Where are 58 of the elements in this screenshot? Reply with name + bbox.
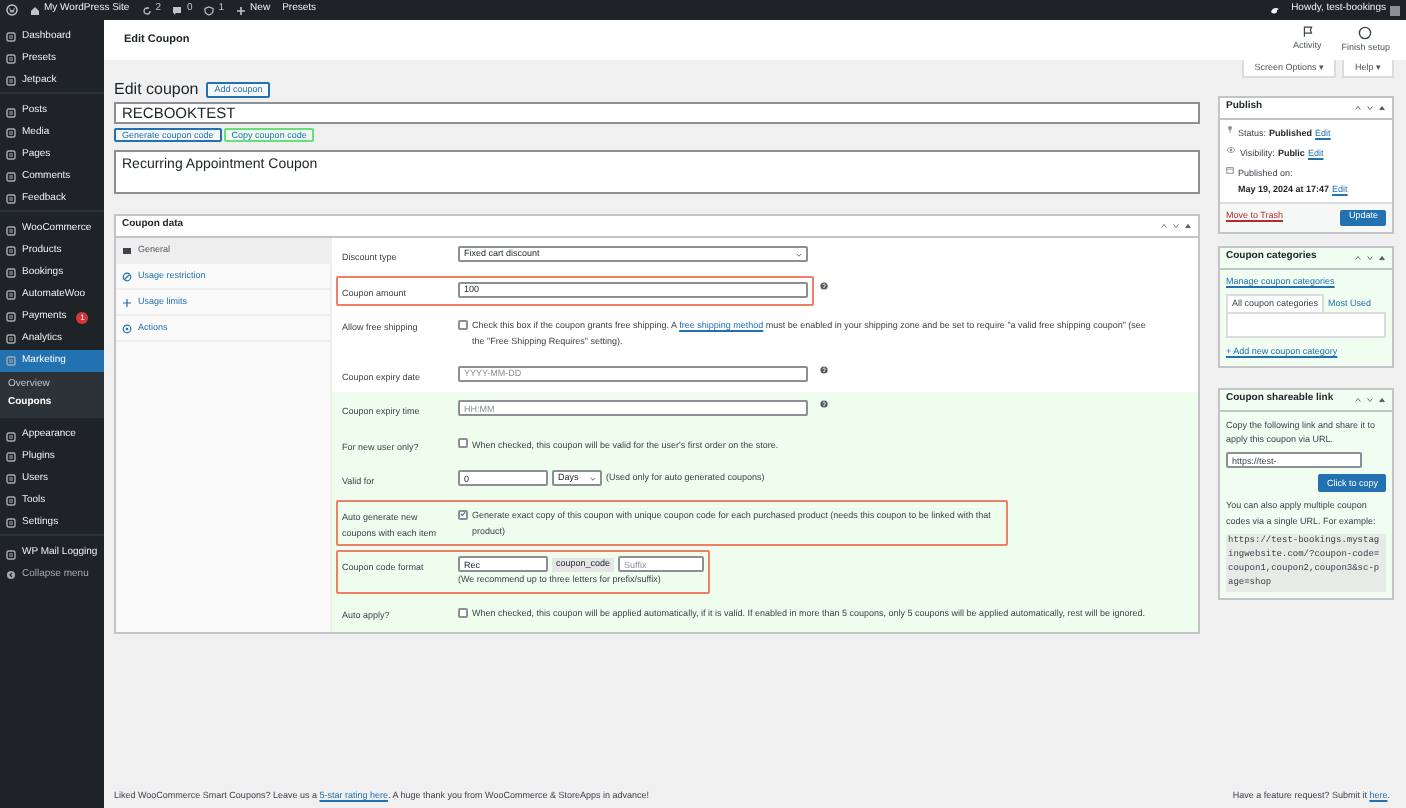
plus-icon[interactable] — [236, 5, 247, 15]
menu-item-icon — [6, 246, 16, 256]
shield-icon[interactable] — [204, 5, 215, 15]
home-icon[interactable] — [30, 5, 40, 15]
checkbox[interactable] — [458, 607, 468, 618]
move-down-icon[interactable] — [1366, 104, 1374, 112]
eye-icon — [1226, 146, 1236, 155]
page-title: Edit coupon — [114, 77, 199, 101]
wordpress-logo-icon[interactable] — [6, 4, 18, 16]
menu-item-icon — [6, 194, 16, 204]
menu-item-icon — [6, 518, 16, 528]
toggle-icon[interactable] — [1378, 104, 1386, 112]
circle-icon[interactable] — [1358, 25, 1373, 40]
no-sign-icon — [122, 271, 132, 281]
help-icon[interactable] — [820, 281, 828, 290]
help-icon[interactable] — [820, 365, 828, 374]
menu-item-icon — [6, 431, 16, 441]
refresh-icon[interactable] — [141, 5, 152, 15]
help-icon[interactable] — [820, 400, 828, 409]
avatar-icon[interactable] — [1390, 5, 1400, 15]
menu-item-icon — [6, 312, 16, 322]
checkbox[interactable] — [458, 438, 468, 449]
ring-icon — [122, 323, 132, 333]
menu-item-icon — [6, 54, 16, 64]
plus-icon — [122, 297, 132, 307]
checkmark-icon — [460, 510, 466, 519]
checkbox[interactable] — [458, 509, 468, 520]
calendar-icon — [1226, 166, 1234, 175]
move-up-icon[interactable] — [1354, 396, 1362, 404]
menu-item-icon — [6, 496, 16, 506]
move-up-icon[interactable] — [1354, 104, 1362, 112]
menu-item-icon — [6, 172, 16, 182]
menu-item-icon — [6, 474, 16, 484]
menu-item-icon — [6, 356, 16, 366]
menu-item-icon — [6, 549, 16, 559]
menu-item-icon — [6, 150, 16, 160]
menu-item-icon — [6, 76, 16, 86]
chevron-down-icon — [590, 475, 596, 482]
checkbox[interactable] — [458, 319, 468, 330]
move-up-icon[interactable] — [1160, 222, 1168, 230]
collapse-icon — [6, 570, 16, 580]
menu-item-icon — [6, 268, 16, 278]
menu-item-icon — [6, 452, 16, 462]
menu-item-icon — [6, 128, 16, 138]
menu-item-icon — [6, 290, 16, 300]
toggle-icon[interactable] — [1378, 396, 1386, 404]
chevron-down-icon — [796, 251, 802, 257]
move-down-icon[interactable] — [1172, 222, 1180, 230]
toggle-icon[interactable] — [1184, 222, 1192, 230]
flag-icon[interactable] — [1301, 25, 1314, 38]
move-down-icon[interactable] — [1366, 396, 1374, 404]
rectangle-icon — [122, 245, 132, 255]
menu-item-icon — [6, 32, 16, 42]
menu-item-icon — [6, 225, 16, 235]
menu-item-icon — [6, 334, 16, 344]
pin-icon — [1226, 126, 1234, 134]
menu-item-icon — [6, 107, 16, 117]
comment-icon[interactable] — [172, 5, 183, 15]
